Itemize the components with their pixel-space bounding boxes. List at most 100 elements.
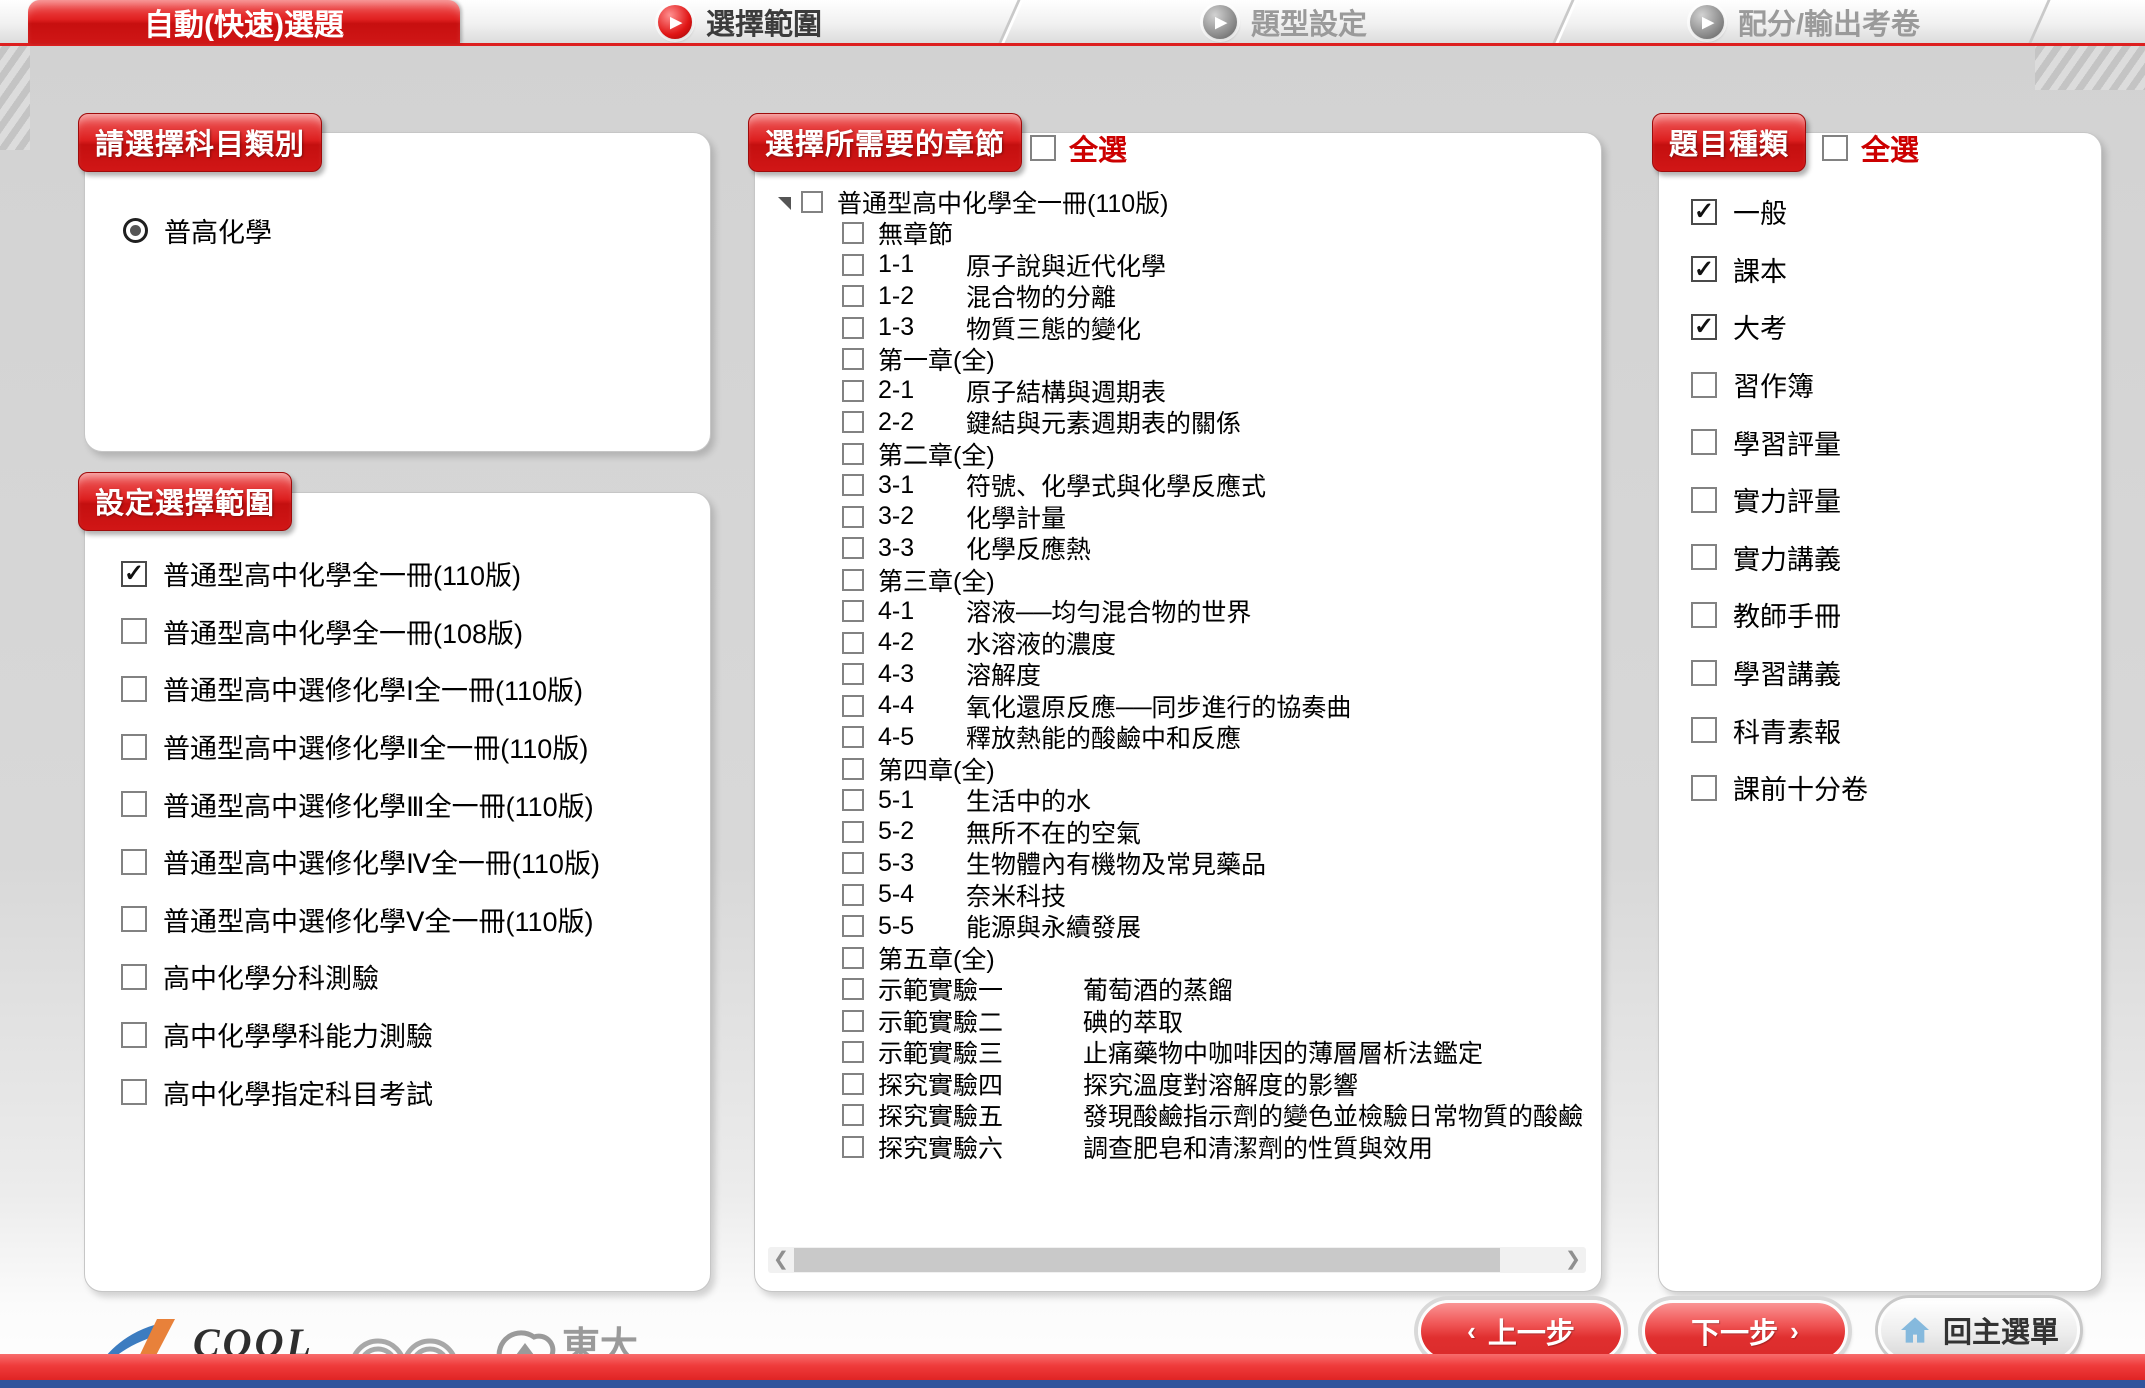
checkbox[interactable] (842, 726, 864, 748)
tree-item[interactable]: 2-2鍵結與元素週期表的關係 (842, 407, 1584, 439)
tree-item[interactable]: 探究實驗五發現酸鹼指示劑的變色並檢驗日常物質的酸鹼性 (842, 1100, 1584, 1132)
checkbox[interactable] (842, 632, 864, 654)
tree-item[interactable]: 探究實驗四探究溫度對溶解度的影響 (842, 1068, 1584, 1100)
tree-root[interactable]: 普通型高中化學全一冊(110版) (778, 186, 1584, 218)
checkbox[interactable] (1691, 487, 1717, 513)
tree-item[interactable]: 第四章(全) (842, 753, 1584, 785)
tree-item[interactable]: 5-5能源與永續發展 (842, 911, 1584, 943)
qtype-select-all[interactable]: 全選 (1822, 127, 1919, 169)
checkbox[interactable] (842, 1073, 864, 1095)
tree-item[interactable]: 4-4氧化還原反應──同步進行的協奏曲 (842, 690, 1584, 722)
horizontal-scrollbar[interactable]: ❮ ❯ (768, 1247, 1586, 1273)
checkbox[interactable] (842, 600, 864, 622)
checkbox[interactable] (1691, 602, 1717, 628)
chapter-select-all[interactable]: 全選 (1030, 127, 1127, 169)
checkbox[interactable] (842, 411, 864, 433)
checkbox[interactable] (842, 1041, 864, 1063)
tree-item[interactable]: 4-3溶解度 (842, 659, 1584, 691)
checkbox[interactable] (121, 849, 147, 875)
checkbox[interactable] (121, 906, 147, 932)
checkbox[interactable] (842, 884, 864, 906)
qtype-option[interactable]: 課前十分卷 (1691, 759, 2101, 817)
checkbox[interactable] (842, 758, 864, 780)
checkbox[interactable] (842, 348, 864, 370)
checkbox[interactable] (842, 443, 864, 465)
checkbox[interactable] (1691, 429, 1717, 455)
checkbox[interactable] (842, 695, 864, 717)
tree-item[interactable]: 1-3物質三態的變化 (842, 312, 1584, 344)
checkbox[interactable] (842, 569, 864, 591)
tree-item[interactable]: 2-1原子結構與週期表 (842, 375, 1584, 407)
checkbox[interactable] (1691, 372, 1717, 398)
checkbox[interactable] (842, 380, 864, 402)
scrollbar-thumb[interactable] (794, 1248, 1500, 1272)
scope-option[interactable]: 高中化學分科測驗 (121, 948, 710, 1006)
tree-item[interactable]: 3-3化學反應熱 (842, 533, 1584, 565)
tree-expand-icon[interactable] (778, 197, 791, 210)
tree-item[interactable]: 5-3生物體內有機物及常見藥品 (842, 848, 1584, 880)
checkbox[interactable]: ✓ (1691, 256, 1717, 282)
tree-item[interactable]: 3-1符號、化學式與化學反應式 (842, 470, 1584, 502)
checkbox[interactable] (1691, 660, 1717, 686)
tree-item[interactable]: 第二章(全) (842, 438, 1584, 470)
home-menu-button[interactable]: 回主選單 (1878, 1298, 2080, 1362)
tree-item[interactable]: 5-2無所不在的空氣 (842, 816, 1584, 848)
checkbox[interactable] (121, 964, 147, 990)
scope-option[interactable]: 普通型高中選修化學Ⅳ全一冊(110版) (121, 833, 710, 891)
qtype-option[interactable]: 習作簿 (1691, 356, 2101, 414)
tree-item[interactable]: 4-5釋放熱能的酸鹼中和反應 (842, 722, 1584, 754)
qtype-option[interactable]: 學習講義 (1691, 644, 2101, 702)
tree-item[interactable]: 5-4奈米科技 (842, 879, 1584, 911)
checkbox[interactable] (842, 947, 864, 969)
checkbox[interactable] (121, 676, 147, 702)
checkbox[interactable] (842, 537, 864, 559)
checkbox[interactable] (121, 618, 147, 644)
checkbox[interactable] (842, 915, 864, 937)
checkbox[interactable] (121, 1079, 147, 1105)
tree-item[interactable]: 示範實驗二碘的萃取 (842, 1005, 1584, 1037)
checkbox[interactable] (121, 1022, 147, 1048)
qtype-option[interactable]: ✓大考 (1691, 298, 2101, 356)
checkbox[interactable] (1691, 717, 1717, 743)
qtype-option[interactable]: ✓一般 (1691, 183, 2101, 241)
tree-item[interactable]: 第一章(全) (842, 344, 1584, 376)
checkbox[interactable] (842, 222, 864, 244)
tree-item[interactable]: 5-1生活中的水 (842, 785, 1584, 817)
checkbox[interactable] (842, 506, 864, 528)
checkbox[interactable] (1691, 544, 1717, 570)
tab-question-type[interactable]: ▶ 題型設定 (1020, 0, 1550, 43)
scroll-right-icon[interactable]: ❯ (1560, 1247, 1586, 1273)
checkbox[interactable] (842, 317, 864, 339)
checkbox[interactable] (121, 791, 147, 817)
scope-option[interactable]: 高中化學指定科目考試 (121, 1063, 710, 1121)
tab-select-scope[interactable]: ▶ 選擇範圍 (480, 0, 1000, 43)
scroll-left-icon[interactable]: ❮ (768, 1247, 794, 1273)
scope-option[interactable]: ✓普通型高中化學全一冊(110版) (121, 545, 710, 603)
tree-item[interactable]: 示範實驗三止痛藥物中咖啡因的薄層層析法鑑定 (842, 1037, 1584, 1069)
qtype-option[interactable]: 科青素報 (1691, 701, 2101, 759)
tree-item[interactable]: 1-1原子說與近代化學 (842, 249, 1584, 281)
tree-item[interactable]: 示範實驗一葡萄酒的蒸餾 (842, 974, 1584, 1006)
qtype-option[interactable]: ✓課本 (1691, 241, 2101, 299)
scope-option[interactable]: 普通型高中選修化學Ⅱ全一冊(110版) (121, 718, 710, 776)
checkbox[interactable] (842, 1010, 864, 1032)
checkbox[interactable] (842, 1104, 864, 1126)
tree-item[interactable]: 探究實驗六調查肥皂和清潔劑的性質與效用 (842, 1131, 1584, 1163)
scope-option[interactable]: 高中化學學科能力測驗 (121, 1006, 710, 1064)
next-step-button[interactable]: 下一步 › (1642, 1300, 1848, 1362)
tree-item[interactable]: 第三章(全) (842, 564, 1584, 596)
qtype-option[interactable]: 學習評量 (1691, 413, 2101, 471)
qtype-option[interactable]: 教師手冊 (1691, 586, 2101, 644)
checkbox[interactable] (842, 789, 864, 811)
checkbox[interactable] (1822, 135, 1848, 161)
qtype-option[interactable]: 實力評量 (1691, 471, 2101, 529)
subject-option[interactable]: 普高化學 (123, 211, 710, 250)
checkbox[interactable] (842, 474, 864, 496)
checkbox[interactable] (842, 978, 864, 1000)
checkbox[interactable] (842, 663, 864, 685)
tree-item[interactable]: 4-2水溶液的濃度 (842, 627, 1584, 659)
tab-score-export[interactable]: ▶ 配分/輸出考卷 (1570, 0, 2040, 43)
checkbox[interactable]: ✓ (121, 561, 147, 587)
qtype-option[interactable]: 實力講義 (1691, 529, 2101, 587)
prev-step-button[interactable]: ‹ 上一步 (1418, 1300, 1624, 1362)
